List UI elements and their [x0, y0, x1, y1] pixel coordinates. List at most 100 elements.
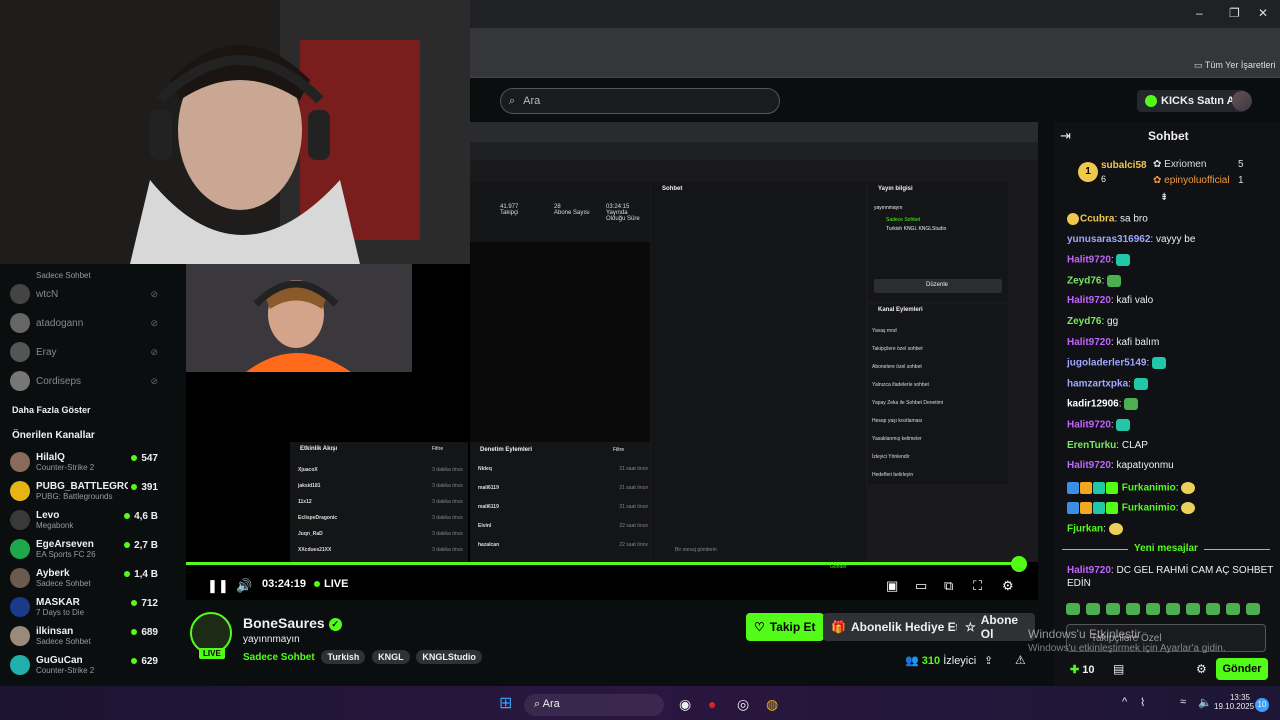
chat-username[interactable]: Halit9720	[1067, 420, 1111, 431]
live-indicator-knob[interactable]	[1011, 556, 1027, 572]
kicks-balance[interactable]: ✚ 10	[1070, 663, 1095, 676]
collapse-chat-icon[interactable]: ⇥	[1060, 128, 1071, 144]
chrome-icon[interactable]: ◉	[679, 696, 691, 713]
taskbar-search-label: Ara	[542, 698, 560, 710]
subscribe-button[interactable]: ☆ Abone Ol	[957, 613, 1035, 641]
emote-icon[interactable]	[1226, 603, 1240, 615]
viewer-count-row: 👥 310 İzleyici	[905, 654, 976, 667]
gifter-name[interactable]: epinyoluofficial	[1164, 175, 1229, 186]
chat-username[interactable]: Fjurkan	[1067, 524, 1103, 535]
chat-settings-icon[interactable]: ⚙	[1196, 662, 1207, 676]
chat-username[interactable]: Halit9720	[1067, 255, 1111, 266]
kicks-icon: ✚	[1070, 664, 1083, 676]
network-icon[interactable]: ⌇	[1140, 696, 1145, 709]
tag[interactable]: KNGL	[372, 650, 410, 664]
chat-username[interactable]: Halit9720	[1067, 565, 1111, 576]
settings-icon[interactable]: ⚙	[1002, 578, 1014, 594]
fullscreen-icon[interactable]: ⛶	[973, 578, 982, 594]
search-input[interactable]: ⌕ Ara	[500, 88, 780, 114]
chat-username[interactable]: hamzartxpka	[1067, 379, 1128, 390]
tag[interactable]: Turkish	[321, 650, 366, 664]
chat-username[interactable]: yunusaras316962	[1067, 234, 1150, 245]
sidebar-item-recommended[interactable]: Levo Megabonk 4,6 B	[10, 507, 170, 533]
emote-icon[interactable]	[1086, 603, 1100, 615]
wifi-icon[interactable]: ≈	[1180, 696, 1186, 708]
chat-username[interactable]: Halit9720	[1067, 337, 1111, 348]
top-gifter-name[interactable]: subalci58	[1101, 160, 1147, 171]
emote-icon[interactable]	[1166, 603, 1180, 615]
send-button[interactable]: Gönder	[1216, 658, 1268, 680]
store-icon[interactable]: ▤	[1113, 662, 1124, 676]
minimize-icon[interactable]: –	[1196, 6, 1203, 20]
emote-icon[interactable]	[1126, 603, 1140, 615]
gift-sub-button[interactable]: 🎁 Abonelik Hediye Et	[823, 613, 968, 641]
user-avatar[interactable]	[1232, 91, 1252, 111]
show-more-link[interactable]: Daha Fazla Göster	[12, 405, 91, 415]
emote-icon[interactable]	[1246, 603, 1260, 615]
activity-time: 3 dakika önce	[432, 467, 463, 473]
sidebar-item-recommended[interactable]: HilalQ Counter-Strike 2 547	[10, 449, 170, 475]
chat-username[interactable]: ErenTurku	[1067, 440, 1116, 451]
channel-name-row: BoneSaures ✓	[243, 615, 342, 631]
notification-badge[interactable]: 10	[1255, 698, 1269, 712]
chevron-up-icon[interactable]: ^	[1122, 696, 1127, 708]
chat-message: hamzartxpka:	[1067, 378, 1148, 390]
category-link[interactable]: Sadece Sohbet	[243, 652, 315, 663]
app-icon[interactable]: ◍	[766, 696, 778, 713]
report-icon[interactable]: ⚠	[1015, 653, 1026, 667]
tag[interactable]: KNGLStudio	[416, 650, 482, 664]
app-icon[interactable]: ◎	[737, 696, 749, 713]
emote-icon[interactable]	[1146, 603, 1160, 615]
pause-icon[interactable]: ❚❚	[207, 578, 229, 594]
chat-username[interactable]: Zeyd76	[1067, 276, 1101, 287]
chat-username[interactable]: Furkanimio	[1122, 483, 1176, 494]
chat-username[interactable]: Halit9720	[1067, 460, 1111, 471]
close-icon[interactable]: ✕	[1258, 6, 1268, 20]
emote-bar	[1066, 603, 1272, 617]
emote-icon	[1124, 398, 1139, 410]
chat-username[interactable]: kadir12906	[1067, 399, 1119, 410]
sidebar-item-recommended[interactable]: EgeArseven EA Sports FC 26 2,7 B	[10, 536, 170, 562]
channel-name[interactable]: BoneSaures	[243, 615, 325, 631]
share-icon[interactable]: ⇪	[984, 654, 993, 667]
chat-username[interactable]: jugoladerler5149	[1067, 358, 1146, 369]
all-bookmarks[interactable]: ▭ Tüm Yer İşaretleri	[1194, 60, 1275, 71]
sidebar-item-followed[interactable]: Cordiseps ⊘	[10, 368, 170, 394]
activity-time: 3 dakika önce	[432, 515, 463, 521]
sidebar-item-recommended[interactable]: ilkinsan Sadece Sohbet 689	[10, 623, 170, 649]
windows-start-icon[interactable]: ⊞	[499, 693, 512, 713]
dashboard-send-input: Bir mesaj gönderin	[675, 547, 717, 553]
expand-gifters-icon[interactable]: ⇟	[1160, 192, 1168, 203]
app-icon[interactable]: ●	[708, 696, 716, 712]
maximize-icon[interactable]: ❐	[1229, 6, 1240, 20]
viewer-count: 391	[131, 482, 158, 493]
volume-icon[interactable]: 🔊	[236, 578, 252, 594]
sidebar-item-recommended[interactable]: GuGuCan Counter-Strike 2 629	[10, 652, 170, 678]
chat-username[interactable]: Ccubra	[1080, 214, 1114, 225]
emote-icon[interactable]	[1186, 603, 1200, 615]
kicks-button[interactable]: KICKs Satın Al	[1137, 90, 1246, 112]
taskbar-search[interactable]: ⌕ Ara	[524, 694, 664, 716]
sidebar-item-followed[interactable]: wtcN ⊘	[10, 281, 170, 307]
sidebar-item-followed[interactable]: Eray ⊘	[10, 339, 170, 365]
emote-icon[interactable]	[1066, 603, 1080, 615]
sidebar-item-label: GuGuCan	[36, 655, 83, 666]
sidebar-item-recommended[interactable]: Ayberk Sadece Sohbet 1,4 B	[10, 565, 170, 591]
theater-icon[interactable]: ▭	[915, 578, 927, 594]
clip-icon[interactable]: ▣	[886, 578, 898, 594]
chat-username[interactable]: Halit9720	[1067, 295, 1111, 306]
taskbar-clock[interactable]: 13:35 19.10.2025	[1214, 693, 1254, 711]
emote-icon[interactable]	[1206, 603, 1220, 615]
progress-bar[interactable]	[186, 562, 1020, 565]
emote-icon[interactable]	[1106, 603, 1120, 615]
chat-text-continued: EDİN	[1067, 578, 1091, 589]
sidebar-item-followed[interactable]: atadogann ⊘	[10, 310, 170, 336]
sidebar-item-recommended[interactable]: MASKAR 7 Days to Die 712	[10, 594, 170, 620]
chat-username[interactable]: Furkanimio	[1122, 503, 1176, 514]
volume-icon[interactable]: 🔈	[1198, 696, 1212, 709]
follow-button[interactable]: ♡ Takip Et	[746, 613, 824, 641]
sidebar-item-recommended[interactable]: PUBG_BATTLEGRO...PUBG: Battlegrounds 391	[10, 478, 170, 504]
gifter-name[interactable]: Exriomen	[1164, 159, 1206, 170]
pip-icon[interactable]: ⧉	[944, 578, 953, 594]
chat-username[interactable]: Zeyd76	[1067, 316, 1101, 327]
